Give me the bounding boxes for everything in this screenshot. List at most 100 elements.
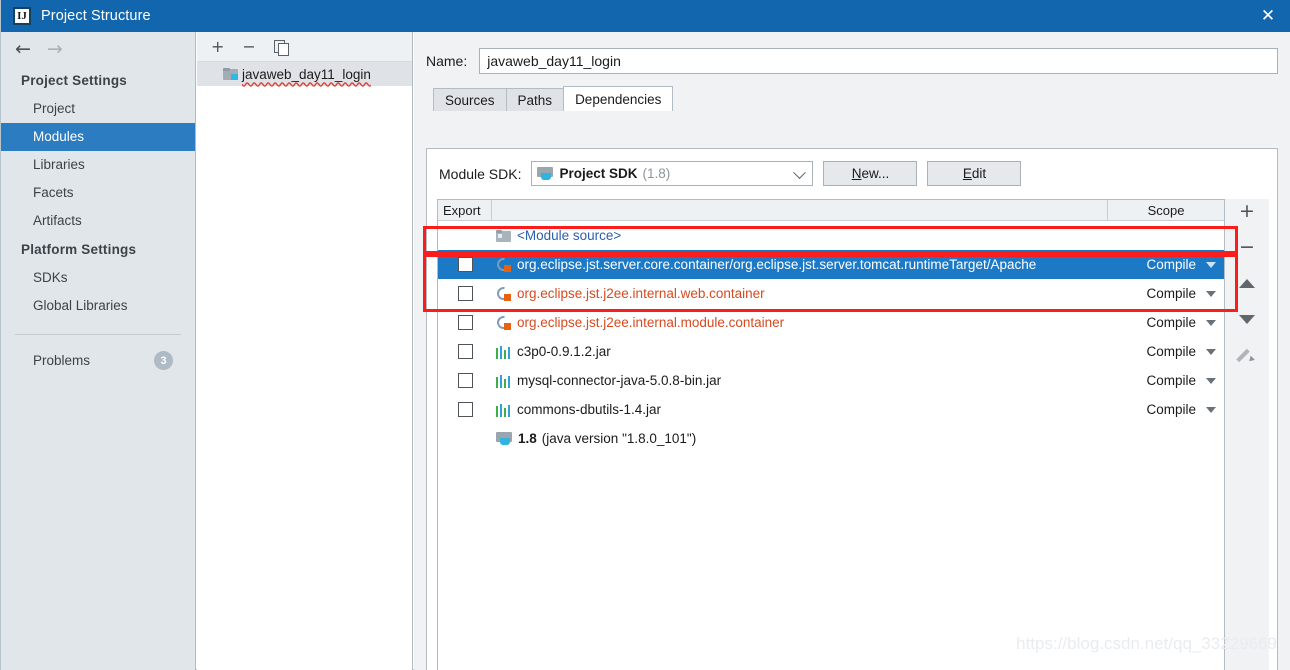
export-cell[interactable] — [438, 344, 492, 359]
arrow-right-icon[interactable]: → — [47, 39, 63, 59]
entry-label: c3p0-0.9.1.2.jar — [517, 344, 611, 359]
chevron-down-icon[interactable] — [1206, 290, 1216, 297]
module-sdk-value: Project SDK — [559, 166, 638, 181]
entry-cell: org.eclipse.jst.j2ee.internal.module.con… — [492, 314, 1108, 331]
module-name-row: Name: — [414, 32, 1290, 74]
module-detail-panel: Name: Sources Paths Dependencies Module … — [414, 32, 1290, 670]
export-cell[interactable] — [438, 402, 492, 417]
scope-value: Compile — [1146, 373, 1196, 388]
dependencies-tab-panel: Module SDK: Project SDK (1.8) New... Edi… — [426, 148, 1278, 670]
edit-dependency-button[interactable] — [1234, 344, 1260, 366]
settings-sidebar: ← → Project Settings Project Modules Lib… — [1, 32, 196, 670]
chevron-down-icon[interactable] — [1206, 261, 1216, 268]
window-title: Project Structure — [41, 8, 151, 24]
scope-cell[interactable]: Compile — [1108, 286, 1224, 301]
column-header-scope[interactable]: Scope — [1108, 200, 1224, 220]
table-row[interactable]: <Module source> — [438, 221, 1224, 250]
module-source-icon — [496, 229, 511, 242]
export-cell[interactable] — [438, 373, 492, 388]
tab-dependencies[interactable]: Dependencies — [563, 86, 674, 111]
export-checkbox[interactable] — [457, 373, 473, 388]
navigation-arrows: ← → — [1, 32, 195, 66]
remove-dependency-button[interactable]: − — [1234, 236, 1260, 258]
sidebar-group-project-settings: Project Settings — [21, 73, 127, 88]
chevron-down-icon[interactable] — [1206, 319, 1216, 326]
dependencies-table-wrap: Export Scope <Module source> org.eclipse… — [437, 199, 1269, 670]
copy-icon[interactable] — [273, 39, 289, 56]
scope-cell[interactable]: Compile — [1108, 373, 1224, 388]
intellij-idea-icon: IJ — [13, 7, 31, 25]
tab-paths[interactable]: Paths — [505, 88, 565, 111]
chevron-down-icon[interactable] — [1206, 348, 1216, 355]
export-checkbox[interactable] — [457, 315, 473, 330]
watermark-text: https://blog.csdn.net/qq_33229669 — [1016, 634, 1277, 653]
entry-label: 1.8 — [518, 431, 537, 446]
sidebar-item-facets[interactable]: Facets — [1, 179, 195, 207]
sidebar-item-sdks[interactable]: SDKs — [1, 264, 195, 292]
sdk-icon — [496, 432, 512, 445]
library-icon — [494, 314, 513, 331]
plus-icon[interactable]: + — [211, 38, 224, 55]
dependencies-side-toolbar: + − — [1225, 199, 1269, 670]
entry-sublabel: (java version "1.8.0_101") — [541, 431, 697, 446]
dependencies-table-header: Export Scope — [438, 200, 1224, 221]
move-up-button[interactable] — [1234, 272, 1260, 294]
edit-sdk-button[interactable]: Edit — [927, 161, 1022, 186]
entry-label: org.eclipse.jst.j2ee.internal.module.con… — [517, 315, 785, 330]
close-icon[interactable]: ✕ — [1245, 0, 1290, 32]
scope-value: Compile — [1146, 344, 1196, 359]
table-row[interactable]: 1.8 (java version "1.8.0_101") — [438, 424, 1224, 453]
table-row[interactable]: commons-dbutils-1.4.jar Compile — [438, 395, 1224, 424]
column-header-export[interactable]: Export — [438, 200, 492, 220]
entry-cell: mysql-connector-java-5.0.8-bin.jar — [492, 373, 1108, 388]
column-header-name[interactable] — [492, 200, 1108, 220]
scope-value: Compile — [1146, 315, 1196, 330]
table-row[interactable]: org.eclipse.jst.j2ee.internal.module.con… — [438, 308, 1224, 337]
table-row[interactable]: org.eclipse.jst.j2ee.internal.web.contai… — [438, 279, 1224, 308]
export-checkbox[interactable] — [457, 257, 473, 272]
scope-cell[interactable]: Compile — [1108, 344, 1224, 359]
sidebar-item-project[interactable]: Project — [1, 95, 195, 123]
move-down-button[interactable] — [1234, 308, 1260, 330]
module-name-input[interactable] — [479, 48, 1278, 74]
table-row[interactable]: mysql-connector-java-5.0.8-bin.jar Compi… — [438, 366, 1224, 395]
export-cell[interactable] — [438, 315, 492, 330]
table-row[interactable]: org.eclipse.jst.server.core.container/or… — [438, 250, 1224, 279]
dependencies-table-body: <Module source> org.eclipse.jst.server.c… — [438, 221, 1224, 670]
entry-label: org.eclipse.jst.j2ee.internal.web.contai… — [517, 286, 765, 301]
export-checkbox[interactable] — [457, 344, 473, 359]
export-checkbox[interactable] — [457, 402, 473, 417]
add-dependency-button[interactable]: + — [1234, 200, 1260, 222]
sidebar-item-artifacts[interactable]: Artifacts — [1, 207, 195, 235]
scope-value: Compile — [1146, 286, 1196, 301]
scope-value: Compile — [1146, 402, 1196, 417]
entry-label: commons-dbutils-1.4.jar — [517, 402, 662, 417]
new-sdk-button[interactable]: New... — [823, 161, 918, 186]
chevron-down-icon — [793, 165, 807, 179]
module-name-label: javaweb_day11_login — [242, 66, 371, 82]
arrow-left-icon[interactable]: ← — [15, 39, 31, 59]
sidebar-item-problems[interactable]: Problems 3 — [1, 335, 195, 375]
export-checkbox[interactable] — [457, 286, 473, 301]
entry-cell: c3p0-0.9.1.2.jar — [492, 344, 1108, 359]
export-cell[interactable] — [438, 257, 492, 272]
minus-icon[interactable]: − — [242, 38, 255, 55]
sidebar-item-libraries[interactable]: Libraries — [1, 151, 195, 179]
sidebar-item-modules[interactable]: Modules — [1, 123, 195, 151]
jar-icon — [496, 374, 511, 388]
scope-cell[interactable]: Compile — [1108, 402, 1224, 417]
module-list-item[interactable]: javaweb_day11_login — [197, 62, 412, 86]
chevron-down-icon[interactable] — [1206, 406, 1216, 413]
tab-sources[interactable]: Sources — [433, 88, 507, 111]
scope-cell[interactable]: Compile — [1108, 315, 1224, 330]
jar-icon — [496, 345, 511, 359]
chevron-down-icon[interactable] — [1206, 377, 1216, 384]
module-folder-icon — [223, 68, 238, 80]
sidebar-item-global-libraries[interactable]: Global Libraries — [1, 292, 195, 320]
table-row[interactable]: c3p0-0.9.1.2.jar Compile — [438, 337, 1224, 366]
scope-cell[interactable]: Compile — [1108, 257, 1224, 272]
module-sdk-select[interactable]: Project SDK (1.8) — [531, 161, 814, 186]
problems-count-badge: 3 — [154, 351, 173, 370]
sidebar-group-platform-settings: Platform Settings — [21, 242, 137, 257]
export-cell[interactable] — [438, 286, 492, 301]
